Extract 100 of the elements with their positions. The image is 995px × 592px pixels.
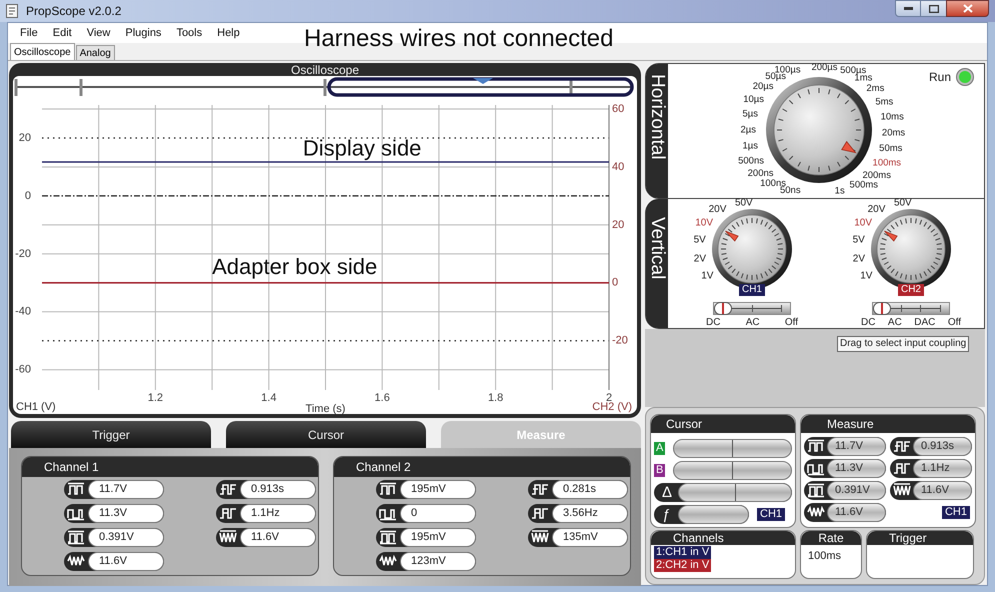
axis-tick-label: -60: [15, 364, 31, 376]
waveform-icon: [379, 482, 397, 497]
dial-label: 5V: [852, 234, 865, 246]
coupling-label: DC: [861, 317, 876, 328]
maximize-icon: [928, 4, 938, 12]
waveform-icon: [67, 482, 85, 497]
dial-label: 1µs: [742, 140, 758, 152]
dial-label: 2V: [694, 253, 706, 264]
coupling-slider[interactable]: [872, 302, 950, 315]
box-header: Channel 2: [334, 457, 630, 477]
menu-item[interactable]: Help: [216, 24, 241, 42]
menu-item[interactable]: View: [86, 24, 112, 42]
cursor-marker: B: [654, 464, 666, 477]
measurement-value: 11.6V: [827, 503, 886, 522]
channel-entry[interactable]: 1:CH1 in V: [654, 546, 712, 559]
menu-item[interactable]: Edit: [52, 24, 73, 42]
box-header: Trigger: [867, 531, 973, 545]
waveform-icon: [67, 530, 85, 545]
menu-item[interactable]: File: [19, 24, 39, 42]
axis-tick-label: 20: [612, 218, 624, 231]
panel-title: Oscilloscope: [290, 64, 360, 76]
measurement-value: 11.3V: [827, 459, 886, 478]
dial-label: 500ns: [738, 155, 764, 166]
axis-tick-label: 1.6: [374, 392, 390, 404]
coupling-slider[interactable]: [713, 302, 791, 315]
measurement-value: 195mV: [400, 480, 476, 499]
dial-label: 5µs: [742, 108, 758, 120]
dial-label: 200ms: [862, 170, 891, 182]
axis-tick-label: 20: [18, 132, 31, 144]
tab[interactable]: Cursor: [226, 421, 426, 448]
axis-tick-label: 1.4: [261, 392, 276, 404]
axis-title: Time (s): [306, 402, 346, 414]
delta-label: Δ: [662, 484, 674, 501]
channel-badge: CH1: [738, 284, 765, 296]
waveform-icon: [893, 461, 911, 476]
dial-label: 2µs: [740, 124, 756, 136]
coupling-label: AC: [746, 317, 760, 328]
app-icon: [6, 4, 18, 18]
waveform-icon: [219, 506, 237, 521]
slider-thumb[interactable]: [714, 302, 732, 315]
measurement-value: 0.391V: [827, 481, 886, 500]
tab[interactable]: Oscilloscope: [10, 43, 75, 60]
waveform-icon: [379, 506, 397, 521]
window-title: PropScope v2.0.2: [26, 3, 122, 20]
menu-item[interactable]: Tools: [175, 24, 204, 42]
run-indicator[interactable]: [956, 68, 974, 86]
box-header: Cursor: [651, 415, 795, 433]
coupling-label: DAC: [914, 317, 936, 328]
dial-label: 100ms: [872, 158, 902, 169]
tab[interactable]: Trigger: [11, 421, 211, 448]
measurement-value: 11.6V: [88, 552, 164, 571]
dial-label: 50ns: [780, 184, 801, 196]
run-label: Run: [928, 69, 951, 86]
dial-label: 20ms: [882, 127, 906, 138]
axis-title: CH1 (V): [16, 400, 56, 413]
menu-item[interactable]: Plugins: [124, 24, 162, 42]
axis-tick-label: 1.2: [148, 392, 164, 404]
waveform-icon: [379, 530, 397, 545]
slider-thumb[interactable]: [873, 302, 891, 315]
minimize-button[interactable]: [895, 0, 921, 17]
channel-badge: CH2: [898, 284, 924, 296]
dial-label: 2ms: [866, 83, 884, 94]
tab[interactable]: Analog: [76, 45, 115, 60]
maximize-button[interactable]: [921, 0, 946, 17]
overview-scrollbar[interactable]: [13, 76, 635, 98]
dial-label: 50ms: [879, 143, 902, 154]
measurement-value: 11.7V: [88, 480, 164, 499]
dial-label: 10V: [695, 217, 714, 228]
measurement-value: 135mV: [552, 528, 628, 547]
waveform-icon: [531, 506, 549, 521]
axis-tick-label: -20: [15, 248, 31, 260]
annotation-text: Adapter box side: [212, 254, 378, 280]
measurement-value: 1.1Hz: [913, 459, 972, 478]
dial-label: 1V: [860, 270, 872, 282]
channel-entry[interactable]: 2:CH2 in V: [654, 559, 712, 572]
rate-value: 100ms: [807, 549, 842, 564]
minimize-icon: [904, 7, 912, 10]
dial-label: 20V: [708, 204, 726, 216]
dial-label: 500ms: [850, 180, 878, 191]
waveform-icon: [219, 482, 237, 497]
dial-label: 5ms: [875, 96, 894, 108]
coupling-label: Off: [948, 317, 961, 328]
axis-tick-label: -20: [612, 334, 628, 347]
cursor-value-field: [678, 505, 749, 524]
dial-label: 200ns: [748, 168, 774, 180]
channel-badge: CH1: [942, 506, 970, 519]
close-button[interactable]: [946, 0, 989, 17]
dial-label: 10µs: [743, 94, 764, 105]
overlay-note: Harness wires not connected: [304, 25, 614, 53]
dial-label: 20µs: [752, 80, 774, 92]
measurement-value: 0.913s: [240, 480, 316, 499]
waveform-icon: [893, 483, 911, 498]
coupling-label: AC: [888, 317, 902, 328]
dial-label: 2V: [852, 253, 866, 264]
measurement-value: 3.56Hz: [552, 504, 628, 523]
dial-label: 10ms: [880, 111, 904, 122]
panel-title: Vertical: [647, 217, 667, 280]
measurement-value: 0.913s: [913, 437, 972, 456]
channel-badge: CH1: [757, 508, 786, 521]
close-icon: [962, 4, 972, 13]
